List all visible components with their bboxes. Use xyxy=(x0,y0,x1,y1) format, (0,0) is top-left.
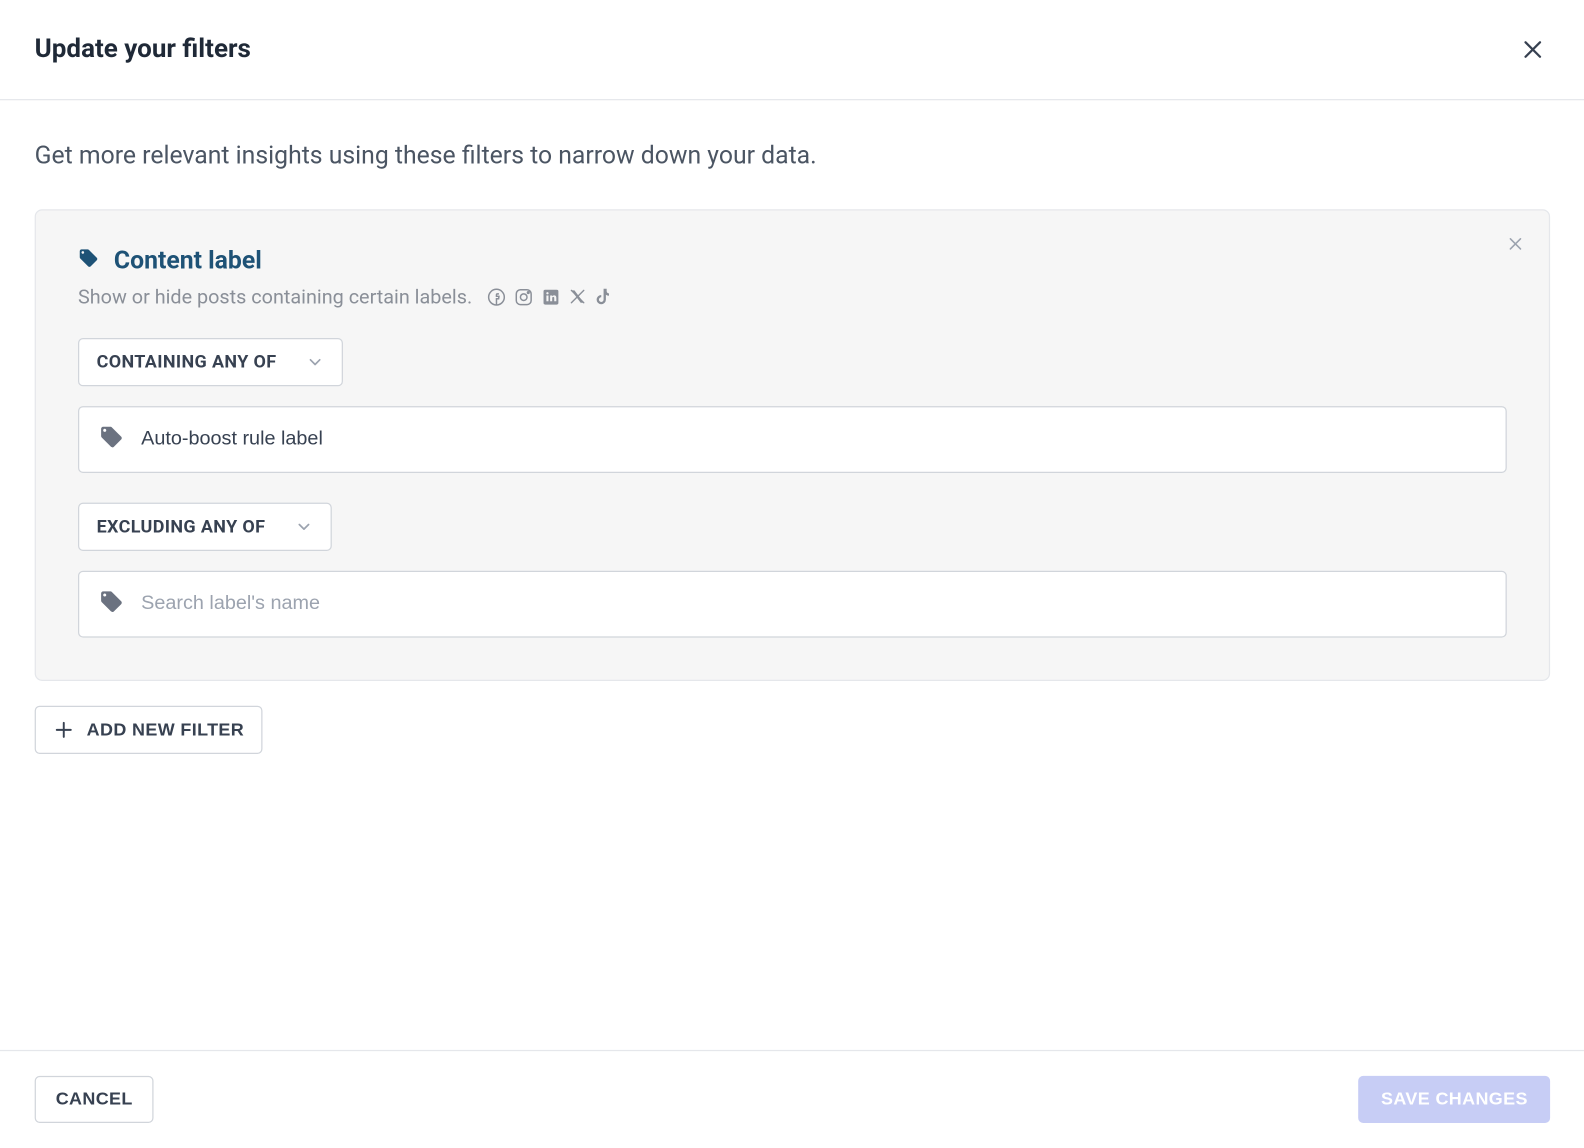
modal-header: Update your filters xyxy=(0,0,1584,100)
filter-card-description: Show or hide posts containing certain la… xyxy=(78,285,472,309)
excluding-dropdown[interactable]: EXCLUDING ANY OF xyxy=(78,503,332,551)
plus-icon xyxy=(53,719,74,740)
tag-icon xyxy=(99,589,124,619)
containing-input-row[interactable] xyxy=(78,406,1507,473)
instagram-icon xyxy=(514,287,534,307)
filter-card-title: Content label xyxy=(114,245,262,275)
x-icon xyxy=(569,287,588,306)
add-filter-label: ADD NEW FILTER xyxy=(87,720,244,740)
remove-filter-button[interactable] xyxy=(1502,230,1529,261)
dropdown-label: CONTAINING ANY OF xyxy=(97,352,277,373)
dropdown-label: EXCLUDING ANY OF xyxy=(97,516,266,537)
containing-label-input[interactable] xyxy=(141,428,1486,450)
close-icon xyxy=(1520,37,1545,62)
close-icon xyxy=(1507,235,1524,252)
cancel-button[interactable]: CANCEL xyxy=(35,1076,154,1123)
chevron-down-icon xyxy=(295,518,314,537)
containing-dropdown[interactable]: CONTAINING ANY OF xyxy=(78,338,343,386)
add-new-filter-button[interactable]: ADD NEW FILTER xyxy=(35,706,263,754)
excluding-input-row[interactable] xyxy=(78,571,1507,638)
social-icons-row xyxy=(487,287,613,307)
excluding-label-input[interactable] xyxy=(141,593,1486,615)
tag-icon xyxy=(99,425,124,455)
modal-title: Update your filters xyxy=(35,35,251,65)
modal-body: Get more relevant insights using these f… xyxy=(0,100,1584,1050)
filter-card-content-label: Content label Show or hide posts contain… xyxy=(35,209,1550,681)
modal-footer: CANCEL SAVE CHANGES xyxy=(0,1050,1584,1148)
close-button[interactable] xyxy=(1515,32,1550,67)
facebook-icon xyxy=(487,287,507,307)
save-changes-button[interactable]: SAVE CHANGES xyxy=(1359,1076,1550,1123)
modal-subtitle: Get more relevant insights using these f… xyxy=(35,140,1550,170)
tiktok-icon xyxy=(595,287,614,306)
linkedin-icon xyxy=(542,287,562,307)
chevron-down-icon xyxy=(306,353,325,372)
tag-icon xyxy=(78,247,99,273)
